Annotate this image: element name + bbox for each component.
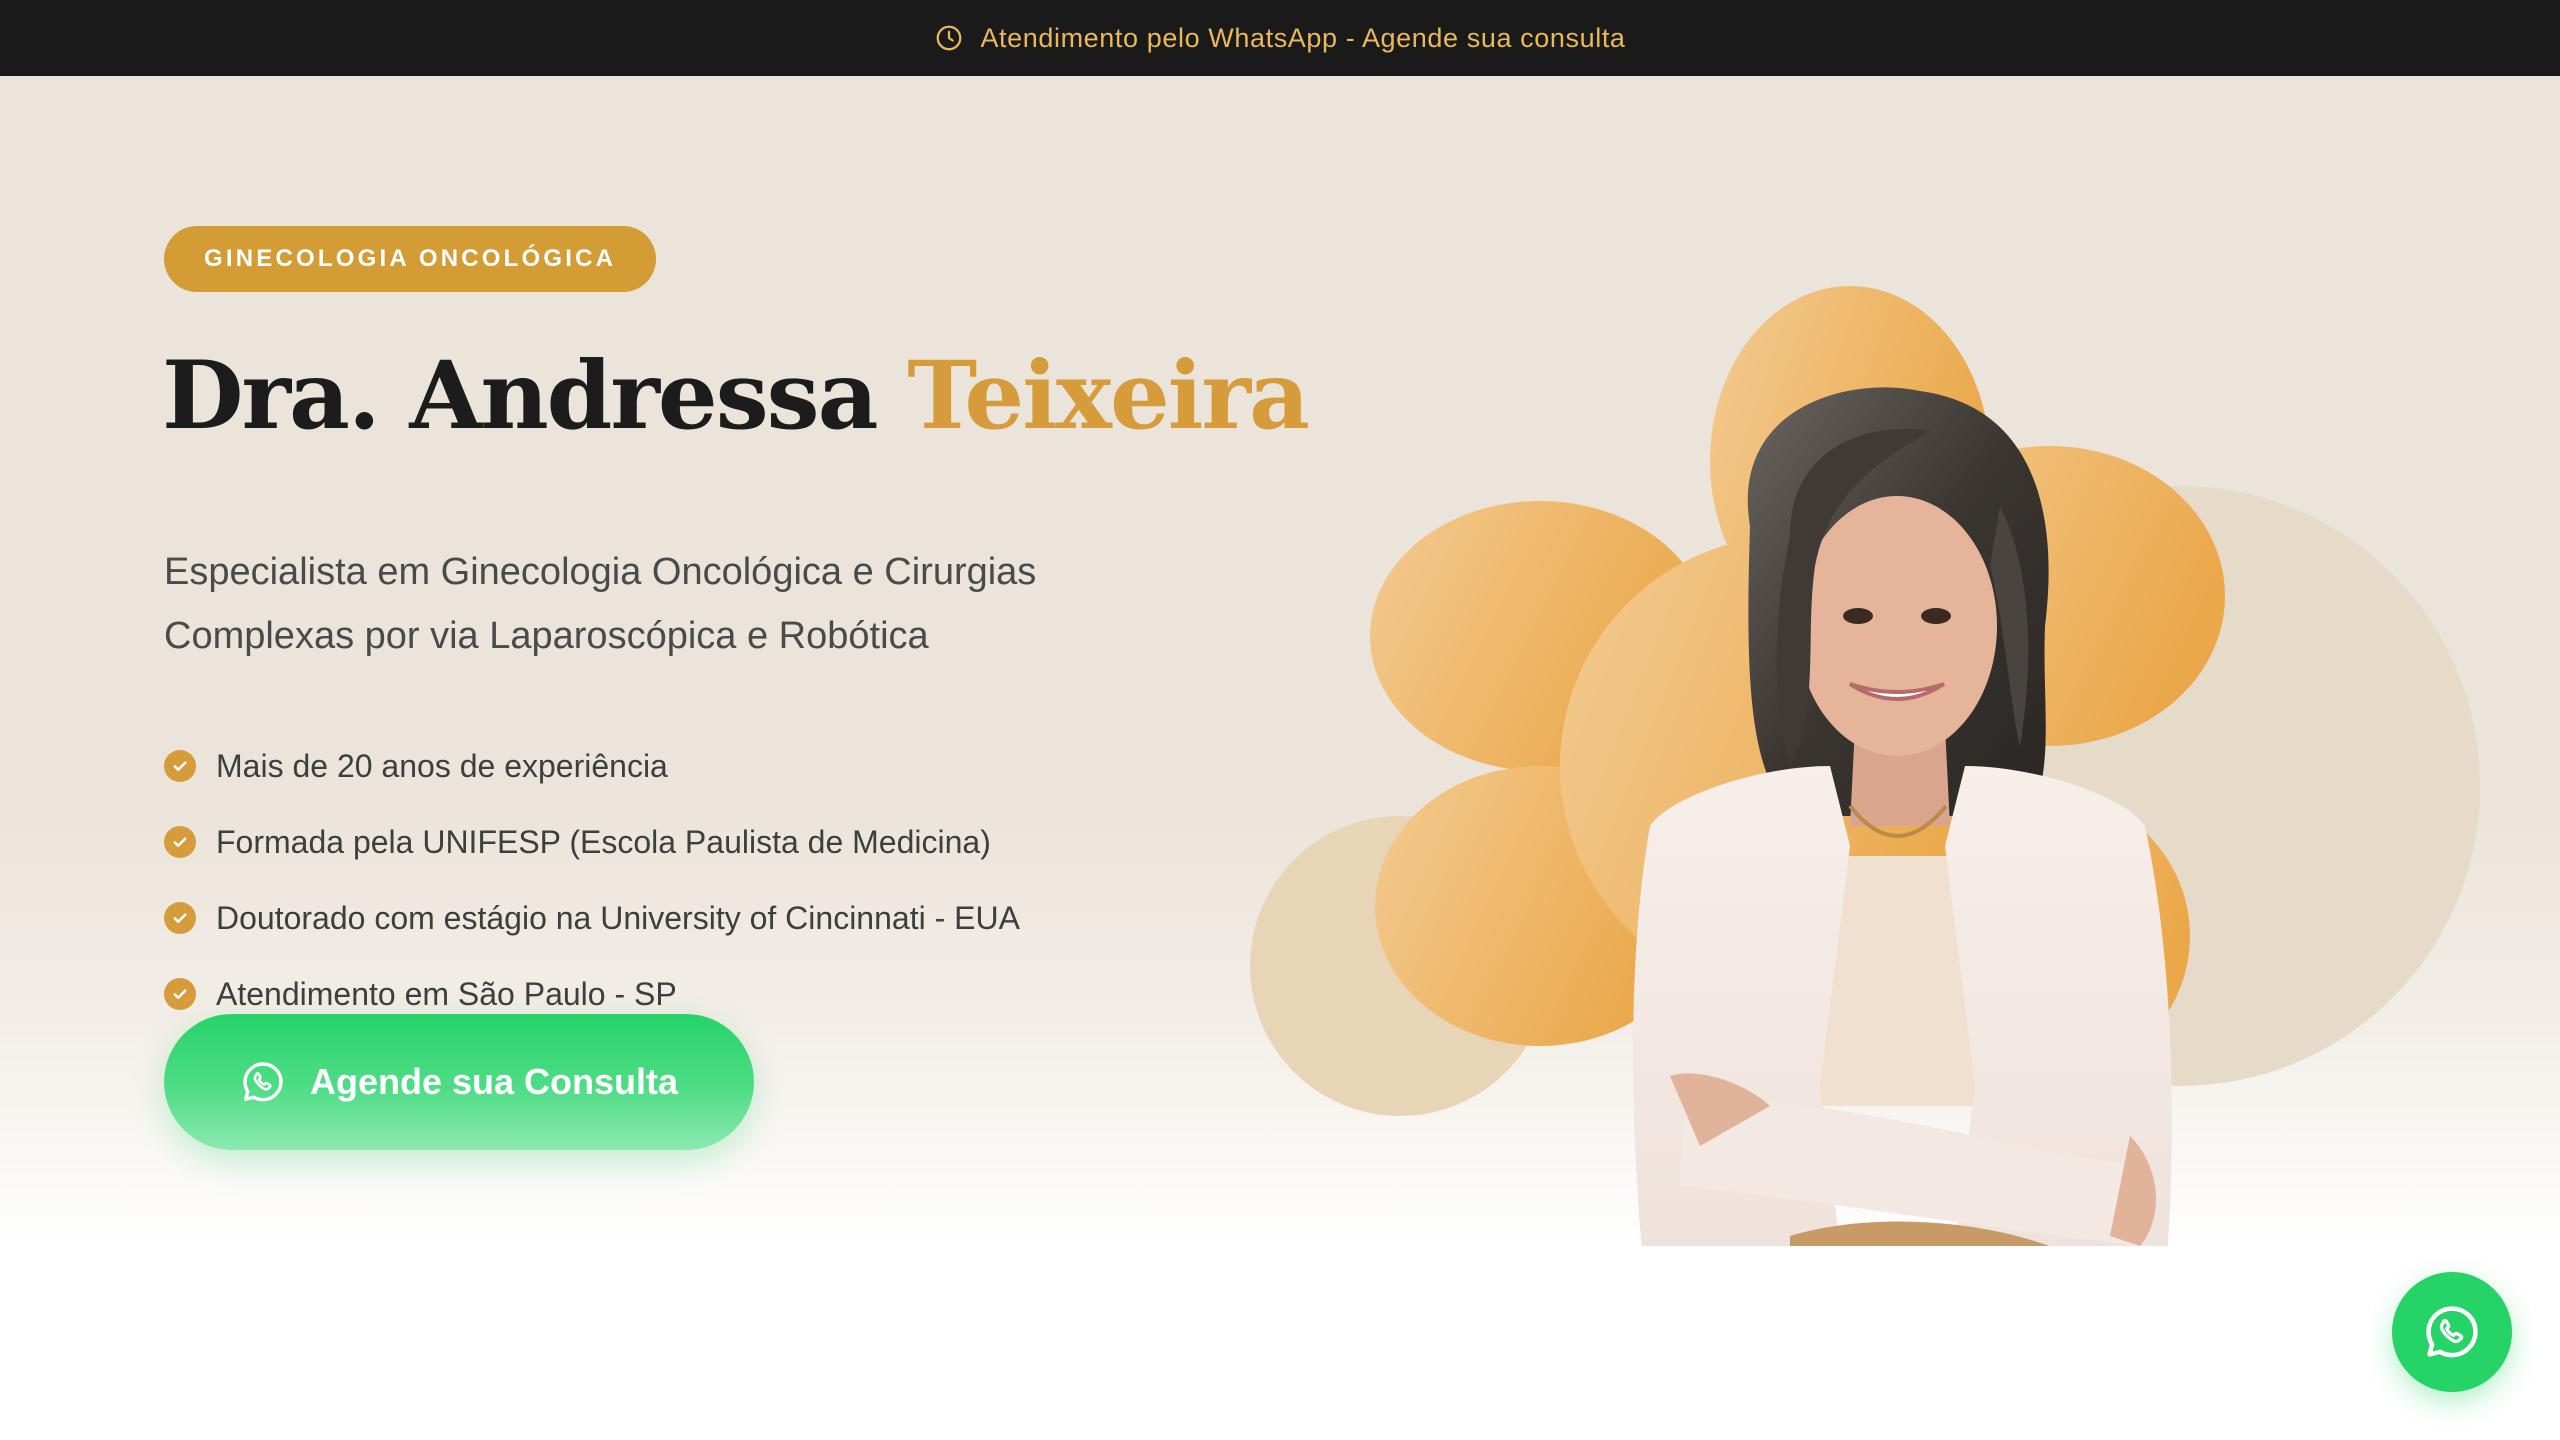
list-item: Mais de 20 anos de experiência — [164, 728, 1020, 804]
whatsapp-icon — [243, 1062, 283, 1102]
specialty-badge: GINECOLOGIA ONCOLÓGICA — [164, 226, 657, 292]
cta-label: Agende sua Consulta — [309, 1061, 679, 1102]
credential-text: Doutorado com estágio na University of C… — [216, 899, 1020, 936]
list-item: Formada pela UNIFESP (Escola Paulista de… — [164, 804, 1020, 880]
subtitle-line-2: Complexas por via Laparoscópica e Robóti… — [164, 615, 929, 657]
hero-section: GINECOLOGIA ONCOLÓGICA Dra. Andressa Tei… — [0, 76, 2560, 1246]
check-circle-icon — [164, 902, 196, 934]
credentials-list: Mais de 20 anos de experiência Formada p… — [164, 728, 1020, 1032]
credential-text: Mais de 20 anos de experiência — [216, 747, 668, 784]
credential-text: Atendimento em São Paulo - SP — [216, 975, 677, 1012]
clock-icon — [937, 25, 962, 51]
check-circle-icon — [164, 750, 196, 782]
floating-whatsapp-button[interactable] — [2392, 1272, 2512, 1392]
doctor-portrait — [1250, 286, 2480, 1246]
check-circle-icon — [164, 826, 196, 858]
title-name: Dra. Andressa — [162, 341, 878, 451]
credential-text: Formada pela UNIFESP (Escola Paulista de… — [216, 823, 991, 860]
subtitle-line-1: Especialista em Ginecologia Oncológica e… — [164, 551, 1037, 593]
page-title: Dra. Andressa Teixeira — [162, 340, 1310, 453]
check-circle-icon — [164, 978, 196, 1010]
announcement-text: Atendimento pelo WhatsApp - Agende sua c… — [980, 22, 1626, 53]
whatsapp-icon — [2426, 1306, 2478, 1358]
hero-subtitle: Especialista em Ginecologia Oncológica e… — [164, 540, 1124, 668]
top-announcement-bar: Atendimento pelo WhatsApp - Agende sua c… — [0, 0, 2560, 76]
schedule-consultation-button[interactable]: Agende sua Consulta — [164, 1014, 754, 1150]
list-item: Doutorado com estágio na University of C… — [164, 880, 1020, 956]
